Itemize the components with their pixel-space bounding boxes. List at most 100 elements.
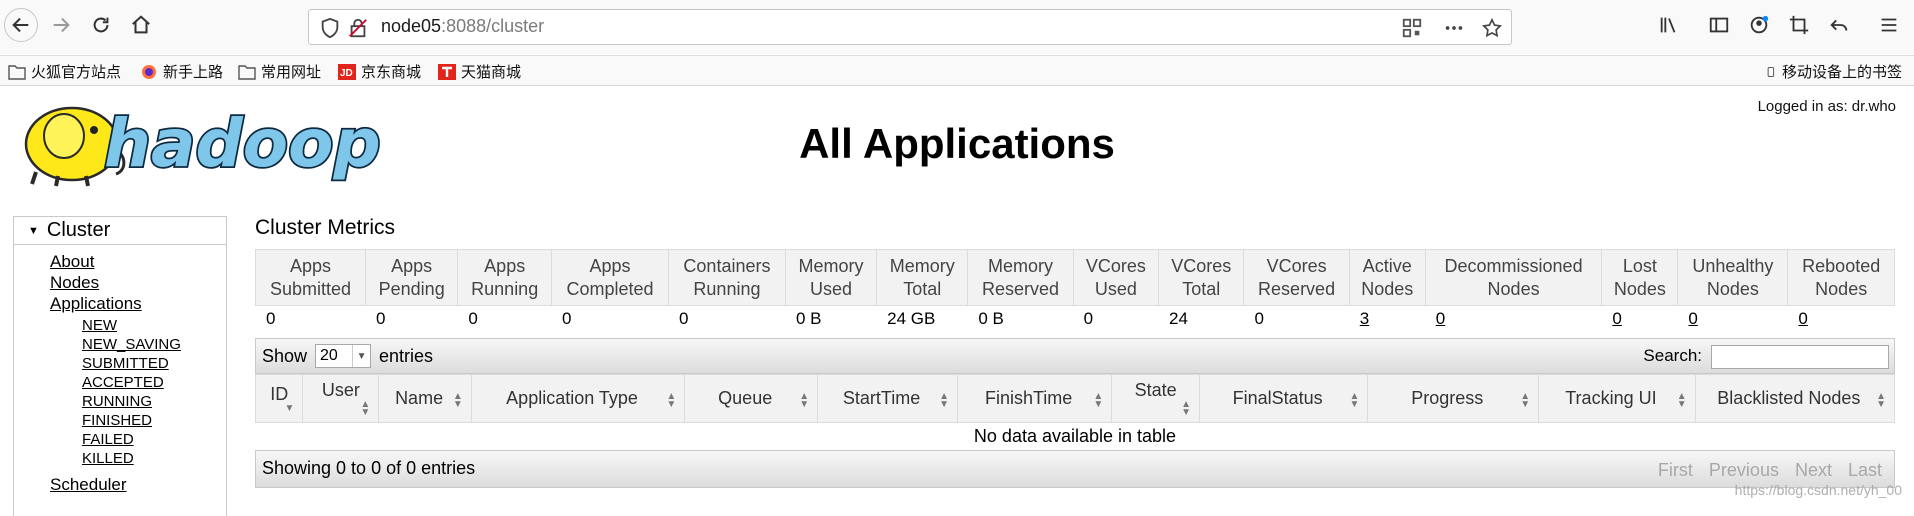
- home-icon: [132, 15, 150, 34]
- shield-icon[interactable]: [319, 17, 341, 39]
- bookmark-label: 京东商城: [361, 64, 422, 81]
- page-actions-icon[interactable]: [1443, 17, 1465, 39]
- metrics-value-cell: 0: [1424, 305, 1602, 332]
- sort-icon: ▲ ▼: [939, 391, 950, 410]
- column-header[interactable]: State ▲ ▼: [1111, 374, 1200, 423]
- metrics-header-cell: VCores Total: [1158, 249, 1245, 306]
- metrics-header-text: Apps: [589, 255, 631, 276]
- metrics-value-cell: 0: [1787, 305, 1895, 332]
- metrics-header-text: Apps: [484, 255, 526, 276]
- metrics-header-text: Nodes: [1361, 278, 1414, 299]
- metrics-header-text: Nodes: [1613, 278, 1666, 299]
- column-header[interactable]: Progress ▲ ▼: [1367, 374, 1540, 423]
- screenshot-button[interactable]: [1782, 8, 1816, 42]
- metrics-value-cell: 0: [457, 305, 552, 332]
- metrics-header-cell: Containers Running: [667, 249, 786, 306]
- insecure-lock-icon[interactable]: [347, 17, 369, 39]
- account-button[interactable]: [1742, 8, 1776, 42]
- jd-icon: JD: [338, 63, 356, 80]
- address-bar[interactable]: node05:8088/cluster: [308, 9, 1512, 45]
- metrics-value-link[interactable]: 0: [1798, 309, 1807, 328]
- nav-link-state-finished[interactable]: FINISHED: [82, 411, 226, 430]
- nav-link-scheduler[interactable]: Scheduler: [50, 474, 226, 495]
- menu-button[interactable]: [1872, 8, 1906, 42]
- show-label: Show: [262, 345, 308, 366]
- metrics-header-cell: Unhealthy Nodes: [1677, 249, 1789, 306]
- bookmark-item[interactable]: 火狐官方站点: [8, 61, 121, 82]
- pager-last[interactable]: Last: [1848, 460, 1882, 481]
- metrics-value-link[interactable]: 0: [1688, 309, 1697, 328]
- nav-link-about[interactable]: About: [50, 251, 226, 272]
- column-header[interactable]: Name ▲ ▼: [378, 374, 472, 423]
- metrics-header-cell: Active Nodes: [1348, 249, 1426, 306]
- nav-link-state-failed[interactable]: FAILED: [82, 430, 226, 449]
- undo-arrow-icon: [1830, 19, 1848, 31]
- column-header[interactable]: Tracking UI ▲ ▼: [1538, 374, 1696, 423]
- watermark: https://blog.csdn.net/yh_00: [1734, 482, 1902, 498]
- search-input[interactable]: [1711, 345, 1889, 369]
- pager-next[interactable]: Next: [1795, 460, 1832, 481]
- back-button[interactable]: [4, 8, 38, 42]
- url-text[interactable]: node05:8088/cluster: [381, 16, 544, 37]
- mobile-bookmarks[interactable]: 移动设备上的书签: [1767, 61, 1902, 82]
- bookmark-label: 火狐官方站点: [31, 64, 122, 81]
- pagination: First Previous Next Last: [1658, 460, 1882, 481]
- metrics-value-link[interactable]: 0: [1436, 309, 1445, 328]
- nav-link-state-accepted[interactable]: ACCEPTED: [82, 373, 226, 392]
- metrics-header-text: Submitted: [269, 278, 351, 299]
- metrics-header-cell: Decommissioned Nodes: [1424, 249, 1603, 306]
- metrics-header-text: Running: [471, 278, 539, 299]
- column-header[interactable]: User ▲ ▼: [302, 374, 380, 423]
- column-header-label: ID: [270, 384, 289, 404]
- bookmark-item[interactable]: 新手上路: [140, 61, 223, 82]
- column-header[interactable]: StartTime ▲ ▼: [817, 374, 959, 423]
- nav-link-applications[interactable]: Applications: [50, 293, 226, 314]
- bookmark-label: 天猫商城: [461, 64, 522, 81]
- nav-header-cluster[interactable]: ▼ Cluster: [14, 217, 226, 245]
- pager-previous[interactable]: Previous: [1709, 460, 1779, 481]
- column-header[interactable]: Queue ▲ ▼: [684, 374, 819, 423]
- nav-link-nodes[interactable]: Nodes: [50, 272, 226, 293]
- column-header[interactable]: Application Type ▲ ▼: [470, 374, 686, 423]
- metrics-header-cell: Apps Completed: [551, 249, 669, 306]
- metrics-header-text: Reserved: [1258, 278, 1336, 299]
- url-host: node05: [381, 16, 442, 36]
- metrics-value-link[interactable]: 0: [1612, 309, 1621, 328]
- pager-first[interactable]: First: [1658, 460, 1693, 481]
- column-header[interactable]: FinalStatus ▲ ▼: [1198, 374, 1369, 423]
- nav-link-state-killed[interactable]: KILLED: [82, 449, 226, 468]
- folder-icon: [238, 64, 256, 80]
- metrics-header-text: Unhealthy: [1692, 255, 1774, 276]
- column-header[interactable]: FinishTime ▲ ▼: [957, 374, 1113, 423]
- metrics-value-cell: 24 GB: [876, 305, 968, 332]
- nav-link-state-new-saving[interactable]: NEW_SAVING: [82, 335, 226, 354]
- bookmark-item[interactable]: JD 京东商城: [338, 61, 421, 82]
- bookmark-item[interactable]: 天猫商城: [438, 61, 521, 82]
- metrics-header-text: Memory: [798, 255, 864, 276]
- column-header-label: Name: [395, 388, 444, 408]
- metrics-header-cell: Rebooted Nodes: [1787, 249, 1895, 306]
- home-button[interactable]: [124, 8, 158, 42]
- nav-link-state-new[interactable]: NEW: [82, 316, 226, 335]
- metrics-value-link[interactable]: 3: [1360, 309, 1369, 328]
- reload-button[interactable]: [84, 8, 118, 42]
- sidebar-button[interactable]: [1702, 8, 1736, 42]
- bookmark-item[interactable]: 常用网址: [238, 61, 321, 82]
- entries-per-page-select[interactable]: 20 ▼: [315, 344, 372, 368]
- nav-link-state-submitted[interactable]: SUBMITTED: [82, 354, 226, 373]
- qr-code-icon[interactable]: [1401, 17, 1423, 39]
- column-header-label: FinishTime: [984, 388, 1073, 408]
- column-header[interactable]: ID ▼: [254, 374, 304, 423]
- cluster-metrics-title: Cluster Metrics: [255, 216, 396, 239]
- undo-button[interactable]: [1822, 8, 1856, 42]
- bookmarks-bar: 火狐官方站点 新手上路 常用网址 JD 京东商城 天猫商城 移动设备上的书签: [0, 56, 1914, 86]
- applications-section: Show 20 ▼ entries Search: ID ▼ User ▲ ▼ Name ▲…: [254, 338, 1896, 488]
- svg-text:JD: JD: [340, 68, 353, 79]
- bookmark-star-icon[interactable]: [1481, 17, 1503, 39]
- sort-icon: ▲ ▼: [452, 391, 463, 410]
- bookmark-label: 新手上路: [163, 64, 224, 81]
- library-button[interactable]: [1652, 8, 1686, 42]
- forward-button[interactable]: [44, 8, 78, 42]
- nav-link-state-running[interactable]: RUNNING: [82, 392, 226, 411]
- column-header[interactable]: Blacklisted Nodes ▲ ▼: [1694, 374, 1896, 423]
